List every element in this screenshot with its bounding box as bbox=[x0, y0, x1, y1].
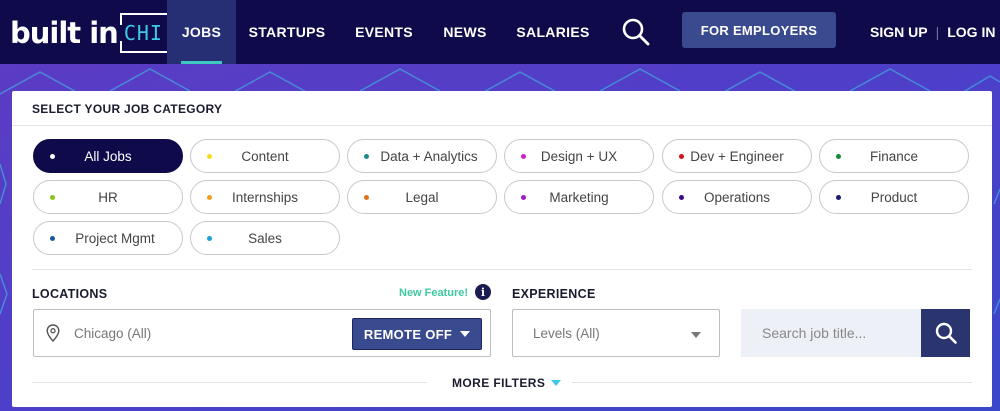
category-dot bbox=[50, 154, 55, 159]
more-filters-divider-left bbox=[32, 382, 427, 383]
category-product[interactable]: Product bbox=[819, 180, 969, 214]
category-label: Sales bbox=[248, 230, 282, 246]
section-divider bbox=[32, 269, 972, 270]
info-icon[interactable]: i bbox=[475, 284, 491, 300]
chevron-down-icon bbox=[460, 331, 471, 337]
category-data-analytics[interactable]: Data + Analytics bbox=[347, 139, 497, 173]
location-input[interactable] bbox=[74, 320, 334, 346]
category-dot bbox=[207, 236, 212, 241]
category-dot bbox=[50, 195, 55, 200]
category-dot bbox=[521, 154, 526, 159]
chevron-down-icon bbox=[551, 380, 562, 386]
category-sales[interactable]: Sales bbox=[190, 221, 340, 255]
category-label: Legal bbox=[405, 189, 439, 205]
remote-toggle-label: REMOTE OFF bbox=[363, 326, 453, 342]
category-marketing[interactable]: Marketing bbox=[504, 180, 654, 214]
category-legal[interactable]: Legal bbox=[347, 180, 497, 214]
category-label: Content bbox=[241, 148, 289, 164]
search-icon bbox=[935, 322, 957, 344]
category-label: Design + UX bbox=[540, 148, 618, 164]
more-filters-divider-right bbox=[572, 382, 972, 383]
category-dot bbox=[207, 195, 212, 200]
job-title-search-input[interactable] bbox=[741, 309, 921, 357]
more-filters-label: MORE FILTERS bbox=[452, 376, 546, 390]
category-title: SELECT YOUR JOB CATEGORY bbox=[32, 102, 223, 116]
category-dot bbox=[836, 154, 841, 159]
builtin-logo[interactable]: built in CHI bbox=[10, 12, 171, 54]
category-internships[interactable]: Internships bbox=[190, 180, 340, 214]
job-filter-card: SELECT YOUR JOB CATEGORY All Jobs Conten… bbox=[12, 91, 992, 407]
category-dot bbox=[364, 154, 369, 159]
category-project-mgmt[interactable]: Project Mgmt bbox=[33, 221, 183, 255]
category-dot bbox=[521, 195, 526, 200]
chevron-down-icon bbox=[691, 332, 701, 338]
search-icon[interactable] bbox=[621, 17, 651, 47]
category-label: Finance bbox=[869, 148, 919, 164]
for-employers-button[interactable]: FOR EMPLOYERS bbox=[682, 12, 836, 48]
nav-salaries[interactable]: SALARIES bbox=[510, 0, 596, 64]
map-pin-icon bbox=[46, 324, 60, 342]
log-in-link[interactable]: LOG IN bbox=[947, 24, 995, 40]
category-design-ux[interactable]: Design + UX bbox=[504, 139, 654, 173]
nav-events[interactable]: EVENTS bbox=[348, 0, 420, 64]
auth-links: SIGN UP | LOG IN bbox=[870, 0, 995, 64]
new-feature-badge: New Feature! bbox=[399, 287, 469, 299]
category-dev-engineer[interactable]: Dev + Engineer bbox=[662, 139, 812, 173]
category-dot bbox=[207, 154, 212, 159]
category-all-jobs[interactable]: All Jobs bbox=[33, 139, 183, 173]
sign-up-link[interactable]: SIGN UP bbox=[870, 24, 928, 40]
category-label: Dev + Engineer bbox=[690, 148, 784, 164]
logo-city: CHI bbox=[123, 21, 163, 45]
experience-value: Levels (All) bbox=[533, 326, 600, 341]
nav-jobs[interactable]: JOBS bbox=[167, 0, 236, 64]
category-hr[interactable]: HR bbox=[33, 180, 183, 214]
logo-city-box: CHI bbox=[119, 13, 171, 53]
nav-startups[interactable]: STARTUPS bbox=[243, 0, 331, 64]
category-label: Project Mgmt bbox=[75, 230, 155, 246]
more-filters-toggle[interactable]: MORE FILTERS bbox=[452, 375, 562, 391]
logo-wordmark: built in bbox=[10, 16, 119, 50]
category-dot bbox=[50, 236, 55, 241]
category-label: Internships bbox=[231, 189, 299, 205]
category-label: Operations bbox=[703, 189, 771, 205]
category-dot bbox=[836, 195, 841, 200]
nav-news[interactable]: NEWS bbox=[436, 0, 494, 64]
category-label: HR bbox=[98, 189, 118, 205]
category-content[interactable]: Content bbox=[190, 139, 340, 173]
experience-label: EXPERIENCE bbox=[512, 287, 596, 301]
category-dot bbox=[679, 195, 684, 200]
category-label: All Jobs bbox=[84, 148, 132, 164]
category-label: Product bbox=[870, 189, 918, 205]
locations-label: LOCATIONS bbox=[32, 287, 108, 301]
location-field: REMOTE OFF bbox=[33, 309, 491, 357]
auth-separator: | bbox=[935, 24, 940, 40]
top-navbar: built in CHI JOBS STARTUPS EVENTS NEWS S… bbox=[0, 0, 1000, 64]
category-finance[interactable]: Finance bbox=[819, 139, 969, 173]
search-submit-button[interactable] bbox=[921, 309, 970, 357]
card-divider bbox=[12, 125, 992, 126]
category-dot bbox=[679, 154, 684, 159]
category-label: Data + Analytics bbox=[380, 148, 478, 164]
remote-toggle-button[interactable]: REMOTE OFF bbox=[352, 318, 482, 350]
experience-select[interactable]: Levels (All) bbox=[512, 309, 720, 357]
category-operations[interactable]: Operations bbox=[662, 180, 812, 214]
category-dot bbox=[364, 195, 369, 200]
category-label: Marketing bbox=[549, 189, 609, 205]
